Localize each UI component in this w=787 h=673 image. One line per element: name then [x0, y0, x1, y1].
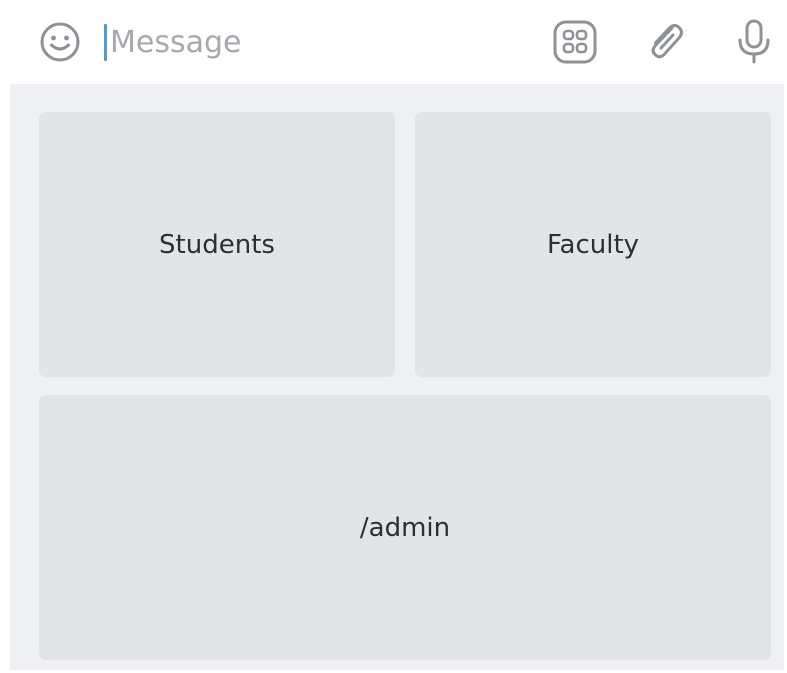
- keyboard-button-students[interactable]: Students: [39, 112, 395, 377]
- keyboard-button-label: Students: [159, 229, 275, 260]
- emoji-button[interactable]: [38, 20, 82, 64]
- smiley-icon: [40, 22, 80, 62]
- keyboard-button-faculty[interactable]: Faculty: [415, 112, 771, 377]
- attach-button[interactable]: [641, 18, 689, 66]
- chat-composer-screen: Students Faculty /admin: [0, 0, 787, 673]
- message-composer-bar: [0, 0, 787, 84]
- keyboard-button-admin[interactable]: /admin: [39, 395, 771, 660]
- keyboard-button-label: /admin: [359, 512, 451, 543]
- bot-reply-keyboard: Students Faculty /admin: [10, 84, 784, 670]
- microphone-icon: [738, 19, 770, 64]
- text-caret: [104, 24, 107, 61]
- microphone-button[interactable]: [730, 18, 778, 66]
- keyboard-button-label: Faculty: [546, 229, 640, 260]
- bot-keyboard-button[interactable]: [551, 18, 599, 66]
- paperclip-icon: [651, 24, 683, 59]
- message-input[interactable]: [110, 18, 510, 66]
- bot-keyboard-icon: [553, 20, 597, 64]
